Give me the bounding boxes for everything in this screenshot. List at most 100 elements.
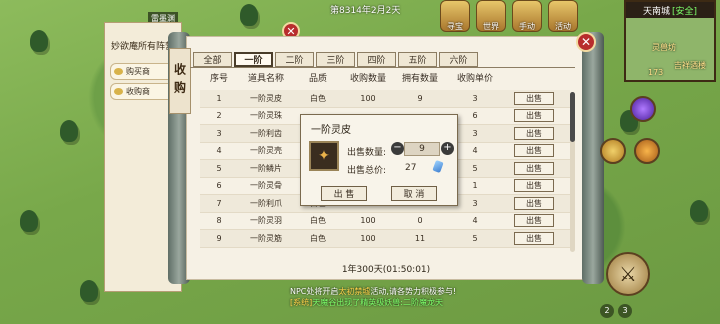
row-item-name: 一阶利齿 — [250, 128, 282, 138]
sell-button[interactable]: 出售 — [514, 196, 554, 210]
col-own-qty: 拥有数量 — [401, 74, 438, 84]
hand-icon[interactable]: 手动 — [512, 0, 542, 32]
game-clock: 1年300天(01:50:01) — [341, 265, 431, 275]
row-action-cell: 出售 — [504, 214, 564, 228]
row-index: 9 — [216, 233, 222, 243]
treasure-label: 寻宝 — [447, 22, 463, 31]
row-action-cell: 出售 — [504, 109, 564, 123]
tab-tier-1[interactable]: 一阶 — [234, 52, 273, 67]
col-index: 序号 — [209, 74, 228, 84]
sell-qty-input[interactable]: 9 — [404, 142, 440, 156]
row-item-name: 一阶灵皮 — [250, 93, 282, 103]
skill-slot-2[interactable]: 2 — [600, 304, 614, 318]
row-quality: 白色 — [310, 216, 326, 226]
row-index: 4 — [216, 146, 222, 156]
chat-log[interactable]: NPC处将开启太初禁墟活动,请各势力积极参与! [系统]天魔谷出现了精英级妖兽:… — [290, 286, 465, 308]
tab-all[interactable]: 全部 — [193, 52, 232, 67]
sell-button[interactable]: 出售 — [514, 214, 554, 228]
sell-popup: 一阶灵皮 ✦ 出售数量: − 9 + 出售总价: 27 出 售 取 消 — [300, 114, 458, 206]
row-index: 5 — [216, 163, 222, 173]
table-row: 1 一阶灵皮 白色 100 9 3 出售 — [200, 90, 570, 108]
row-action-cell: 出售 — [504, 161, 564, 175]
sell-button[interactable]: 出售 — [514, 179, 554, 193]
table-row: 9 一阶灵筋 白色 100 11 5 出售 — [200, 230, 570, 248]
minimap-label-beast: 灵兽坊 — [652, 43, 676, 52]
row-unit-price: 4 — [472, 216, 478, 226]
row-action-cell: 出售 — [504, 126, 564, 140]
col-unit-price: 收购单价 — [456, 74, 493, 84]
chat-line-1-c: 活动,请各势力积极参与! — [370, 287, 457, 296]
portal-button[interactable] — [630, 96, 656, 122]
row-item-name: 一阶灵珠 — [250, 111, 282, 121]
cancel-button[interactable]: 取 消 — [391, 186, 437, 201]
scrollbar-thumb[interactable] — [570, 92, 575, 142]
option-bullet-icon — [114, 88, 123, 95]
sell-button[interactable]: 出售 — [514, 144, 554, 158]
activity-icon[interactable]: 活动 — [548, 0, 578, 32]
sell-qty-label: 出售数量: — [347, 148, 387, 158]
row-index: 8 — [216, 216, 222, 226]
sword-icon: ⚔ — [619, 262, 637, 286]
side-tab-acquire[interactable]: 收购 — [169, 48, 191, 114]
col-quality: 品质 — [308, 74, 327, 84]
increase-qty-button[interactable]: + — [441, 142, 454, 155]
row-action-cell: 出售 — [504, 91, 564, 105]
tab-tier-2[interactable]: 二阶 — [275, 52, 314, 67]
npc-option-buy[interactable]: 购买商 — [110, 63, 176, 80]
activity-label: 活动 — [555, 22, 571, 31]
popup-item-title: 一阶灵皮 — [311, 125, 351, 136]
minimap[interactable]: 天南城 [安全] 灵兽坊 吉祥酒楼 173 — [624, 0, 716, 82]
npc-option-sell[interactable]: 收购商 — [110, 83, 176, 100]
table-scrollbar[interactable] — [570, 92, 575, 252]
row-buy-qty: 100 — [360, 233, 376, 243]
row-unit-price: 3 — [472, 93, 478, 103]
tab-tier-6[interactable]: 六阶 — [439, 52, 478, 67]
sell-button[interactable]: 出售 — [514, 161, 554, 175]
confirm-sell-button[interactable]: 出 售 — [321, 186, 367, 201]
row-index: 2 — [216, 111, 222, 121]
row-buy-qty: 100 — [360, 93, 376, 103]
tab-tier-5[interactable]: 五阶 — [398, 52, 437, 67]
minimap-coordinate: 173 — [648, 68, 664, 77]
tier-tabs: 全部 一阶 二阶 三阶 四阶 五阶 六阶 — [193, 52, 478, 67]
col-buy-qty: 收购数量 — [349, 74, 386, 84]
gold-orb-button[interactable] — [600, 138, 626, 164]
fire-orb-button[interactable] — [634, 138, 660, 164]
row-quality: 白色 — [310, 233, 326, 243]
row-item-name: 一阶鳞片 — [250, 163, 282, 173]
sell-button[interactable]: 出售 — [514, 91, 554, 105]
tab-tier-3[interactable]: 三阶 — [316, 52, 355, 67]
tab-divider — [190, 67, 575, 68]
chat-line-2: [系统]天魔谷出现了精英级妖兽:二阶魔龙天 — [290, 297, 465, 308]
row-item-name: 一阶利爪 — [250, 198, 282, 208]
row-index: 6 — [216, 181, 222, 191]
row-quality: 白色 — [310, 93, 326, 103]
col-item-name: 道具名称 — [247, 74, 284, 84]
sell-button[interactable]: 出售 — [514, 109, 554, 123]
shop-close-button[interactable]: ✕ — [576, 32, 596, 52]
row-action-cell: 出售 — [504, 196, 564, 210]
chat-line-1: NPC处将开启太初禁墟活动,请各势力积极参与! — [290, 286, 465, 297]
tab-tier-4[interactable]: 四阶 — [357, 52, 396, 67]
row-buy-qty: 100 — [360, 216, 376, 226]
row-unit-price: 5 — [472, 233, 478, 243]
row-item-name: 一阶灵壳 — [250, 146, 282, 156]
sell-button[interactable]: 出售 — [514, 126, 554, 140]
row-action-cell: 出售 — [504, 231, 564, 245]
attack-button[interactable]: ⚔ — [606, 252, 650, 296]
option-bullet-icon — [114, 68, 123, 75]
chat-line-1-b: 太初禁墟 — [338, 287, 371, 296]
row-index: 7 — [216, 198, 222, 208]
treasure-icon[interactable]: 寻宝 — [440, 0, 470, 32]
row-index: 3 — [216, 128, 222, 138]
sell-button[interactable]: 出售 — [514, 231, 554, 245]
world-icon[interactable]: 世界 — [476, 0, 506, 32]
minimap-label-tavern: 吉祥酒楼 — [674, 61, 706, 70]
skill-slot-3[interactable]: 3 — [618, 304, 632, 318]
row-item-name: 一阶灵羽 — [250, 216, 282, 226]
sell-total-label: 出售总价: — [347, 166, 387, 176]
minimap-safe-status: [安全] — [671, 6, 698, 17]
chat-line-1-a: NPC处将开启 — [290, 287, 339, 296]
row-item-name: 一阶灵骨 — [250, 181, 282, 191]
decrease-qty-button[interactable]: − — [391, 142, 404, 155]
